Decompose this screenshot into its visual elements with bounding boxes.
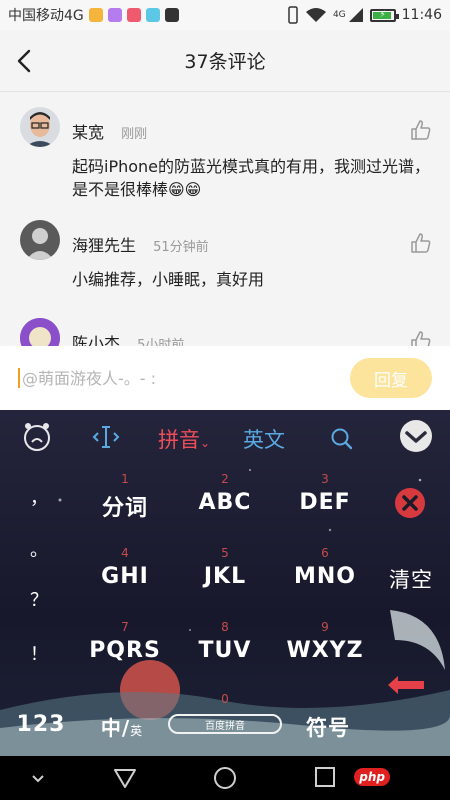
space-bar-label: 百度拼音 [168, 714, 282, 734]
comment-time: 5小时前 [137, 338, 185, 346]
collapse-keyboard-icon [400, 420, 432, 452]
search-icon [331, 428, 353, 450]
cursor-move-button[interactable] [92, 424, 120, 455]
key-3[interactable]: 3 DEF [275, 470, 375, 530]
text-cursor-icon [92, 426, 120, 448]
comment-item: 某宽 刚刚 起码iPhone的防蓝光模式真的有用，我测过光谱，是不是很棒棒😁😁 [0, 107, 450, 201]
enter-key[interactable] [378, 672, 438, 702]
punct-key-exclaim[interactable]: ！ [22, 640, 56, 666]
thumbs-up-icon [411, 120, 431, 140]
network-type-label: 4G [332, 10, 346, 20]
delete-key[interactable] [380, 482, 440, 526]
like-button[interactable] [410, 119, 432, 141]
clear-key[interactable]: 清空 [375, 544, 447, 604]
lang-switch-key[interactable]: 中/英 [92, 692, 152, 752]
back-nav-button[interactable] [113, 766, 137, 794]
comment-time: 刚刚 [121, 127, 148, 142]
square-recents-icon [315, 767, 335, 787]
app-notification-icon [88, 8, 103, 22]
reply-bar: 回复 [0, 346, 450, 410]
chevron-down-icon: ⌄ [200, 436, 211, 450]
alarm-clock-icon [24, 423, 50, 451]
punct-key-question[interactable]: ？ [22, 586, 56, 612]
circle-home-icon [214, 767, 236, 789]
punct-key-period[interactable]: 。 [22, 536, 56, 562]
back-button[interactable] [14, 48, 38, 74]
clock: 11:46 [401, 7, 442, 23]
comment-text: 起码iPhone的防蓝光模式真的有用，我测过光谱，是不是很棒棒😁😁 [72, 157, 431, 199]
symbol-key[interactable]: 符号 [278, 692, 378, 752]
recents-nav-button[interactable] [313, 766, 337, 794]
punct-key-comma[interactable]: ， [22, 484, 56, 510]
space-key[interactable]: 0 百度拼音 [160, 690, 290, 750]
signal-icon [348, 8, 363, 22]
delete-icon [395, 488, 425, 518]
commenter-name[interactable]: 海狸先生 [72, 236, 136, 255]
key-5[interactable]: 5 JKL [175, 544, 275, 604]
comment-item: 海狸先生 51分钟前 小编推荐，小睡眠，真好用 [0, 220, 450, 291]
avatar[interactable] [20, 220, 60, 260]
comment-list: 某宽 刚刚 起码iPhone的防蓝光模式真的有用，我测过光谱，是不是很棒棒😁😁 … [0, 93, 450, 346]
commenter-name[interactable]: 陈小杰 [72, 334, 120, 346]
carrier-label: 中国移动4G [8, 8, 84, 24]
key-4[interactable]: 4 GHI [75, 544, 175, 604]
mail-notification-icon [107, 8, 122, 22]
key-6[interactable]: 6 MNO [275, 544, 375, 604]
search-button[interactable] [330, 427, 354, 456]
enter-icon [388, 676, 424, 694]
text-cursor [18, 368, 20, 388]
key-8[interactable]: 8 TUV [175, 618, 275, 678]
system-nav-bar: php [0, 756, 450, 800]
battery-icon: ⚡ [369, 8, 399, 22]
reply-button[interactable]: 回复 [350, 358, 432, 398]
avatar[interactable] [20, 318, 60, 346]
like-button[interactable] [410, 232, 432, 254]
ime-keyboard: 拼音⌄ 英文 ， 。 ？ ！ 1 分词 2 ABC 3 DEF 4 GHI 5 … [0, 410, 450, 756]
comment-text: 小编推荐，小睡眠，真好用 [72, 270, 265, 289]
thumbs-up-icon [411, 233, 431, 253]
key-2[interactable]: 2 ABC [175, 470, 275, 530]
download-notification-icon [164, 8, 179, 22]
skin-button[interactable] [20, 420, 54, 459]
vibrate-icon [288, 6, 298, 24]
key-1[interactable]: 1 分词 [75, 470, 175, 530]
key-7[interactable]: 7 PQRS [75, 618, 175, 678]
wifi-icon [305, 8, 326, 22]
chevron-down-icon [32, 775, 44, 783]
heart-notification-icon [126, 8, 141, 22]
page-title: 37条评论 [184, 51, 266, 73]
back-arrow-icon [17, 49, 31, 73]
thumbs-up-icon [411, 331, 431, 346]
key-9[interactable]: 9 WXYZ [275, 618, 375, 678]
avatar[interactable] [20, 107, 60, 147]
keyboard-toolbar: 拼音⌄ 英文 [0, 410, 450, 468]
like-button[interactable] [410, 330, 432, 346]
triangle-back-icon [114, 769, 136, 788]
comment-item: 陈小杰 5小时前 [0, 318, 450, 346]
php-watermark: php [354, 768, 390, 786]
english-mode-button[interactable]: 英文 [243, 424, 285, 454]
message-notification-icon [145, 8, 160, 22]
hide-keyboard-button[interactable] [28, 768, 48, 792]
pinyin-mode-button[interactable]: 拼音⌄ [158, 424, 210, 454]
reply-input[interactable] [22, 368, 350, 388]
header: 37条评论 [0, 30, 450, 92]
status-bar: 中国移动4G 4G ⚡ 11:46 [0, 0, 450, 30]
comment-time: 51分钟前 [153, 240, 209, 255]
home-nav-button[interactable] [212, 766, 238, 796]
number-key[interactable]: 123 [10, 692, 72, 752]
commenter-name[interactable]: 某宽 [72, 123, 104, 142]
collapse-keyboard-button[interactable] [398, 418, 434, 459]
